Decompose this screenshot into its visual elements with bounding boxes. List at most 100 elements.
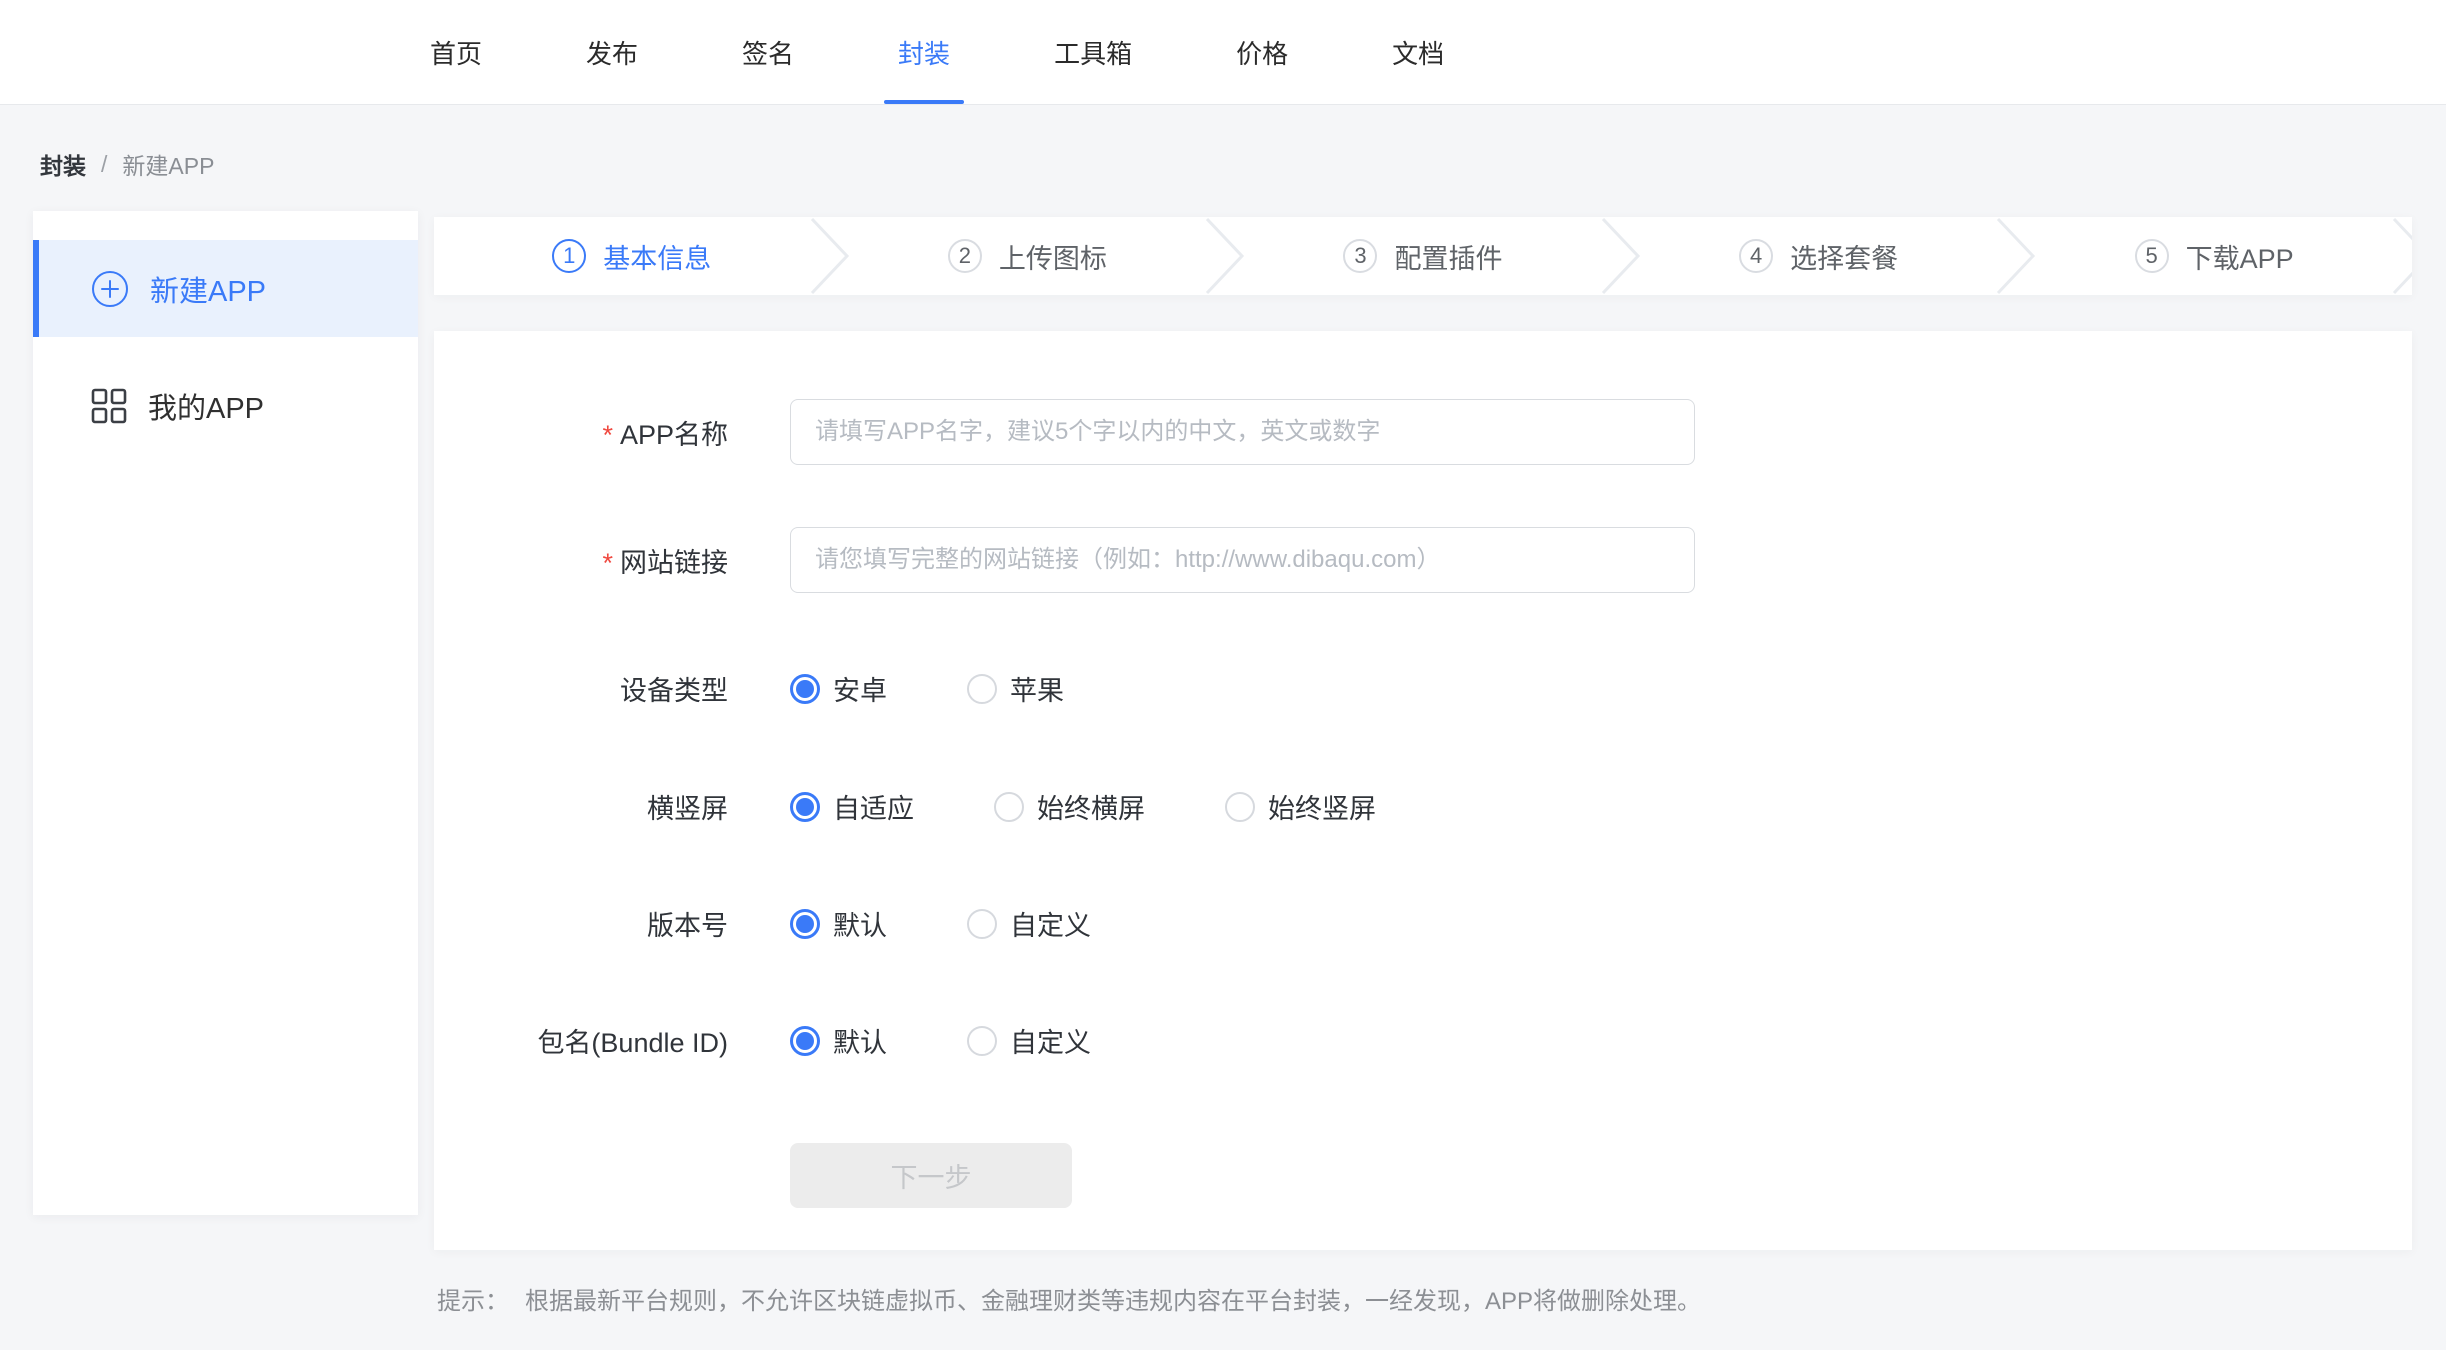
field-control: 安卓 苹果: [790, 669, 1144, 708]
form-row-bundle-id: 包名(Bundle ID) 默认 自定义: [434, 1021, 2412, 1060]
stepper-step-download-app[interactable]: 5下载APP: [2016, 217, 2412, 295]
nav-item-sign[interactable]: 签名: [742, 0, 794, 104]
nav-item-price[interactable]: 价格: [1236, 0, 1288, 104]
nav-item-toolbox[interactable]: 工具箱: [1054, 0, 1132, 104]
breadcrumb-current: 新建APP: [122, 147, 214, 181]
step-number: 3: [1343, 239, 1377, 273]
breadcrumb: 封装 / 新建APP: [40, 147, 214, 181]
field-label-text: 设备类型: [620, 676, 728, 706]
radio-option-label: 安卓: [833, 669, 887, 708]
nav-items: 首页 发布 签名 封装 工具箱 价格 文档: [430, 0, 1444, 104]
field-label: 包名(Bundle ID): [434, 1021, 728, 1060]
radio-option-orientation-adaptive[interactable]: 自适应: [790, 787, 914, 826]
breadcrumb-separator: /: [101, 151, 107, 178]
nav-item-package[interactable]: 封装: [898, 0, 950, 104]
field-label: 版本号: [434, 904, 728, 943]
stepper-step-basic-info[interactable]: 1 基本信息: [434, 217, 830, 295]
plus-circle-icon-wrap: [91, 270, 129, 308]
nav-item-label: 发布: [586, 34, 638, 71]
field-control: 默认 自定义: [790, 1021, 1171, 1060]
sidebar-item-new-app[interactable]: 新建APP: [33, 240, 418, 337]
form-row-device-type: 设备类型 安卓 苹果: [434, 669, 2412, 708]
radio-unselected-icon[interactable]: [967, 1026, 997, 1056]
tip-text: 根据最新平台规则，不允许区块链虚拟币、金融理财类等违规内容在平台封装，一经发现，…: [525, 1288, 1701, 1315]
nav-item-label: 首页: [430, 34, 482, 71]
radio-option-orientation-always-portrait[interactable]: 始终竖屏: [1225, 787, 1376, 826]
nav-item-docs[interactable]: 文档: [1392, 0, 1444, 104]
radio-selected-icon[interactable]: [790, 674, 820, 704]
step-label: 选择套餐: [1790, 237, 1898, 276]
radio-unselected-icon[interactable]: [1225, 792, 1255, 822]
step-label: 配置插件: [1394, 237, 1502, 276]
radio-option-version-custom[interactable]: 自定义: [967, 904, 1091, 943]
radio-option-label: 自定义: [1010, 904, 1091, 943]
top-navbar: 首页 发布 签名 封装 工具箱 价格 文档: [0, 0, 2446, 105]
radio-unselected-icon[interactable]: [967, 674, 997, 704]
plus-circle-icon: [91, 270, 129, 308]
site-url-input[interactable]: [790, 527, 1695, 593]
field-control: 默认 自定义: [790, 904, 1171, 943]
field-label: 设备类型: [434, 669, 728, 708]
sidebar-item-label: 我的APP: [148, 385, 264, 427]
radio-option-bundle-id-default[interactable]: 默认: [790, 1021, 887, 1060]
radio-option-label: 自定义: [1010, 1021, 1091, 1060]
stepper-step-choose-plan[interactable]: 4 选择套餐: [1621, 217, 2017, 295]
radio-unselected-icon[interactable]: [994, 792, 1024, 822]
step-number: 5: [2135, 239, 2169, 273]
step-number: 2: [948, 239, 982, 273]
nav-item-label: 签名: [742, 34, 794, 71]
field-label: *APP名称: [434, 413, 728, 452]
field-label: 横竖屏: [434, 787, 728, 826]
radio-option-version-default[interactable]: 默认: [790, 904, 887, 943]
field-label-text: 版本号: [647, 911, 728, 941]
form-row-site-url: *网站链接: [434, 527, 2412, 593]
field-label-text: 网站链接: [620, 548, 728, 578]
nav-item-label: 文档: [1392, 34, 1444, 71]
radio-option-label: 自适应: [833, 787, 914, 826]
next-step-button[interactable]: 下一步: [790, 1143, 1072, 1208]
nav-item-home[interactable]: 首页: [430, 0, 482, 104]
radio-option-label: 苹果: [1010, 669, 1064, 708]
field-label-text: APP名称: [620, 420, 728, 450]
step-number: 4: [1739, 239, 1773, 273]
radio-option-label: 始终竖屏: [1268, 787, 1376, 826]
footer-tip: 提示： 根据最新平台规则，不允许区块链虚拟币、金融理财类等违规内容在平台封装，一经…: [437, 1281, 1701, 1316]
radio-option-device-type-android[interactable]: 安卓: [790, 669, 887, 708]
sidebar-item-label: 新建APP: [150, 268, 266, 310]
step-label: 基本信息: [603, 237, 711, 276]
stepper-step-configure-plugins[interactable]: 3 配置插件: [1225, 217, 1621, 295]
sidebar-item-my-app[interactable]: 我的APP: [33, 357, 418, 454]
basic-info-form: *APP名称*网站链接设备类型安卓苹果横竖屏自适应始终横屏始终竖屏版本号默认自定…: [434, 331, 2412, 1250]
radio-selected-icon[interactable]: [790, 792, 820, 822]
required-marker: *: [602, 420, 613, 450]
required-marker: *: [602, 548, 613, 578]
radio-selected-icon[interactable]: [790, 909, 820, 939]
form-row-app-name: *APP名称: [434, 399, 2412, 465]
radio-option-bundle-id-custom[interactable]: 自定义: [967, 1021, 1091, 1060]
radio-option-device-type-apple[interactable]: 苹果: [967, 669, 1064, 708]
breadcrumb-section[interactable]: 封装: [40, 147, 86, 181]
nav-item-label: 工具箱: [1054, 34, 1132, 71]
field-label: *网站链接: [434, 541, 728, 580]
radio-selected-icon[interactable]: [790, 1026, 820, 1056]
stepper-step-upload-icon[interactable]: 2上传图标: [830, 217, 1226, 295]
form-row-orientation: 横竖屏 自适应 始终横屏 始终竖屏: [434, 787, 2412, 826]
tip-prefix-label: 提示：: [437, 1288, 509, 1315]
form-rows: *APP名称*网站链接设备类型安卓苹果横竖屏自适应始终横屏始终竖屏版本号默认自定…: [434, 399, 2412, 1060]
radio-unselected-icon[interactable]: [967, 909, 997, 939]
chevron-right-icon: [2391, 217, 2412, 295]
nav-item-label: 价格: [1236, 34, 1288, 71]
radio-option-orientation-always-landscape[interactable]: 始终横屏: [994, 787, 1145, 826]
field-control: [790, 399, 1695, 465]
sidebar: 新建APP 我的APP: [33, 211, 418, 1215]
step-number: 1: [552, 239, 586, 273]
radio-option-label: 默认: [833, 1021, 887, 1060]
field-control: [790, 527, 1695, 593]
app-name-input[interactable]: [790, 399, 1695, 465]
field-label-text: 包名(Bundle ID): [537, 1028, 728, 1058]
nav-item-label: 封装: [898, 34, 950, 71]
active-tab-underline: [884, 100, 964, 104]
nav-item-publish[interactable]: 发布: [586, 0, 638, 104]
field-label-text: 横竖屏: [647, 794, 728, 824]
grid-icon-wrap: [91, 388, 127, 424]
